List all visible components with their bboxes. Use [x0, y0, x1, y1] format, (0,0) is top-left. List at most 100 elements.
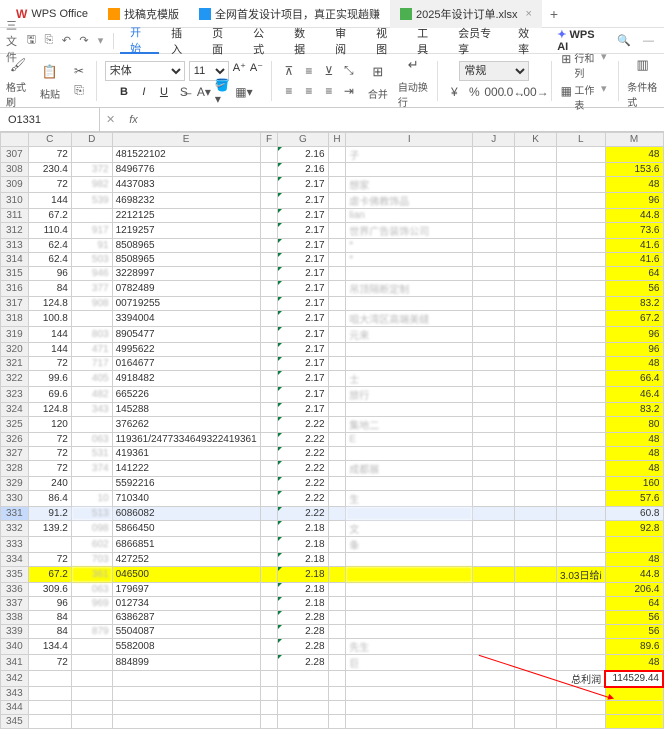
cell[interactable] — [346, 611, 473, 625]
cell[interactable]: 144 — [28, 343, 71, 357]
cell[interactable]: 3.03日给i — [556, 567, 605, 583]
undo-icon[interactable]: ↶ — [59, 32, 75, 50]
cell[interactable]: 96 — [605, 327, 663, 343]
cell[interactable] — [260, 239, 278, 253]
spreadsheet-grid[interactable]: CDEFGHIJKLM 307724815221022.16子48308230.… — [0, 132, 664, 729]
cell[interactable]: 2.17 — [278, 403, 328, 417]
cell[interactable]: 5504087 — [112, 625, 260, 639]
cell[interactable]: 96 — [28, 597, 71, 611]
cell[interactable]: 旅行 — [346, 387, 473, 403]
table-row[interactable]: 31167.222121252.17lian44.8 — [1, 209, 664, 223]
row-header[interactable]: 337 — [1, 597, 29, 611]
cell[interactable]: 91.2 — [28, 507, 71, 521]
cell[interactable] — [328, 387, 346, 403]
cell[interactable]: 2.18 — [278, 567, 328, 583]
row-header[interactable]: 326 — [1, 433, 29, 447]
cell[interactable] — [260, 655, 278, 671]
cell[interactable]: 2.22 — [278, 477, 328, 491]
cell[interactable] — [515, 343, 557, 357]
wrap-icon[interactable]: ↵ — [401, 53, 425, 77]
cell[interactable]: 成都展 — [346, 461, 473, 477]
cell[interactable]: 2.22 — [278, 447, 328, 461]
cell[interactable] — [260, 387, 278, 403]
cell[interactable]: 665226 — [112, 387, 260, 403]
cell[interactable] — [556, 281, 605, 297]
cell[interactable] — [473, 311, 515, 327]
cell[interactable]: 72 — [28, 461, 71, 477]
cell[interactable] — [556, 611, 605, 625]
cell[interactable]: 83.2 — [605, 297, 663, 311]
cell[interactable] — [71, 671, 112, 687]
row-header[interactable]: 340 — [1, 639, 29, 655]
cell[interactable]: 2.18 — [278, 537, 328, 553]
cell[interactable] — [556, 239, 605, 253]
menu-page[interactable]: 页面 — [202, 28, 241, 54]
file-menu[interactable]: 三 文件 — [6, 32, 22, 50]
cell[interactable]: 160 — [605, 477, 663, 491]
cell[interactable] — [515, 639, 557, 655]
cell[interactable]: 80 — [605, 417, 663, 433]
row-header[interactable]: 322 — [1, 371, 29, 387]
col-header[interactable]: J — [473, 133, 515, 147]
cell[interactable] — [556, 403, 605, 417]
cell[interactable] — [556, 387, 605, 403]
col-header[interactable]: G — [278, 133, 328, 147]
table-row[interactable]: 3217271701646772.1748 — [1, 357, 664, 371]
col-header[interactable]: M — [605, 133, 663, 147]
table-row[interactable]: 308230.437284967762.16153.6 — [1, 163, 664, 177]
cell[interactable] — [71, 639, 112, 655]
table-row[interactable]: 334727034272522.1848 — [1, 553, 664, 567]
cell[interactable]: 86.4 — [28, 491, 71, 507]
cell[interactable]: lian — [346, 209, 473, 223]
col-header[interactable]: L — [556, 133, 605, 147]
cell[interactable] — [278, 671, 328, 687]
cell[interactable] — [605, 537, 663, 553]
table-row[interactable]: 318100.833940042.17咀大湾区高端美缝67.2 — [1, 311, 664, 327]
table-row[interactable]: 3398487955040872.2856 — [1, 625, 664, 639]
cell-reference-box[interactable]: O1331 — [0, 108, 100, 132]
row-header[interactable]: 331 — [1, 507, 29, 521]
table-row[interactable]: 33360268668512.18夆 — [1, 537, 664, 553]
cell[interactable] — [328, 461, 346, 477]
cell[interactable] — [328, 239, 346, 253]
share-icon[interactable]: ⎘ — [41, 32, 57, 50]
row-header[interactable]: 314 — [1, 253, 29, 267]
table-row[interactable]: 3159694632289972.1764 — [1, 267, 664, 281]
cell[interactable]: 124.8 — [28, 297, 71, 311]
cell[interactable] — [515, 611, 557, 625]
cell[interactable]: 2.22 — [278, 433, 328, 447]
cell[interactable]: 子 — [346, 147, 473, 163]
cell[interactable] — [515, 433, 557, 447]
cell[interactable]: 2.17 — [278, 357, 328, 371]
table-row[interactable]: 324124.83431452882.1783.2 — [1, 403, 664, 417]
cell[interactable] — [71, 209, 112, 223]
align-bottom-icon[interactable]: ⊻ — [320, 62, 338, 80]
cell[interactable]: 元来 — [346, 327, 473, 343]
cell[interactable] — [515, 417, 557, 433]
minimize-icon[interactable]: — — [639, 35, 658, 47]
cell[interactable] — [71, 611, 112, 625]
row-header[interactable]: 336 — [1, 583, 29, 597]
table-row[interactable]: 31914480389054772.17元来96 — [1, 327, 664, 343]
cell[interactable] — [556, 655, 605, 671]
cell[interactable] — [473, 477, 515, 491]
merge-icon[interactable]: ⊞ — [366, 60, 390, 84]
cell[interactable] — [71, 417, 112, 433]
cell[interactable]: 100.8 — [28, 311, 71, 327]
cell[interactable]: 2.17 — [278, 209, 328, 223]
table-row[interactable]: 332139.209858664502.18文92.8 — [1, 521, 664, 537]
cell[interactable] — [473, 357, 515, 371]
cell[interactable]: 119361/2477334649322419361 — [112, 433, 260, 447]
cell[interactable] — [473, 447, 515, 461]
cell[interactable]: 文 — [346, 521, 473, 537]
cut-icon[interactable]: ✂ — [70, 62, 88, 80]
table-row[interactable]: 312110.491712192572.17世界广告装饰公司73.6 — [1, 223, 664, 239]
decrease-font-icon[interactable]: A⁻ — [250, 61, 263, 81]
cell[interactable]: 946 — [71, 267, 112, 281]
cell[interactable] — [556, 253, 605, 267]
cell[interactable]: 2.18 — [278, 553, 328, 567]
table-row[interactable]: 336309.60631796972.18206.4 — [1, 583, 664, 597]
cell[interactable] — [260, 639, 278, 655]
cell[interactable]: 2.17 — [278, 297, 328, 311]
cell[interactable] — [473, 461, 515, 477]
